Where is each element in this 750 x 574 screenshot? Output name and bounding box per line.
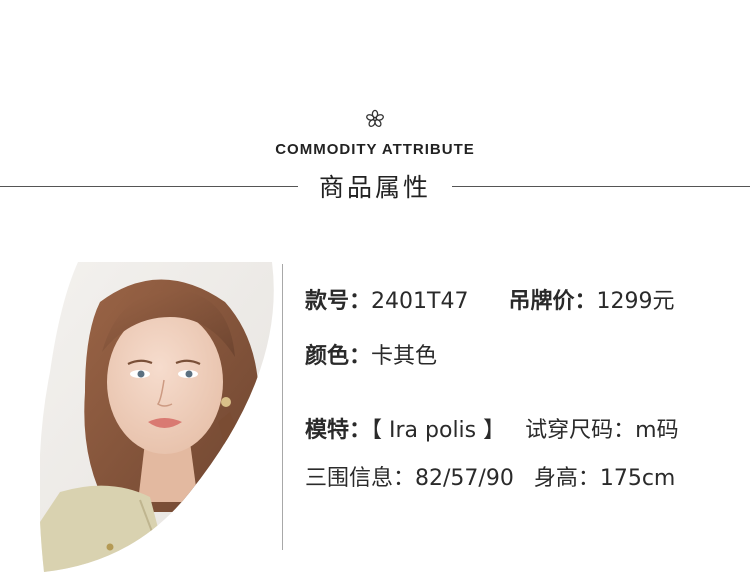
height-value: 175cm [599,466,676,491]
measurements-value: 82/57/90 [415,466,514,491]
trial-size-value: m码 [635,418,679,443]
section-title-en: COMMODITY ATTRIBUTE [275,141,475,158]
flower-icon [366,109,384,127]
divider-right [452,186,750,187]
attr-row-model: 模特：【 Ira polis 】试穿尺码：m码 [305,412,679,444]
model-value: 【 Ira polis 】 [371,418,506,443]
height-label: 身高： [533,466,600,491]
color-value: 卡其色 [371,344,438,369]
tag-price-value: 1299元 [596,289,675,314]
section-title-cn: 商品属性 [318,173,431,202]
style-no-value: 2401T47 [371,289,469,314]
divider-left [0,186,298,187]
model-label: 模特： [305,418,372,443]
tag-price-label: 吊牌价： [508,289,597,314]
attr-row-measurements: 三围信息：82/57/90 身高：175cm [305,460,675,492]
model-photo [40,262,274,572]
trial-size-label: 试穿尺码： [525,418,636,443]
measurements-label: 三围信息： [305,466,416,491]
style-no-label: 款号： [305,289,372,314]
attr-row-style-price: 款号：2401T47 吊牌价：1299元 [305,283,674,315]
color-label: 颜色： [305,344,372,369]
vertical-divider [282,264,283,550]
attr-row-color: 颜色：卡其色 [305,338,437,370]
